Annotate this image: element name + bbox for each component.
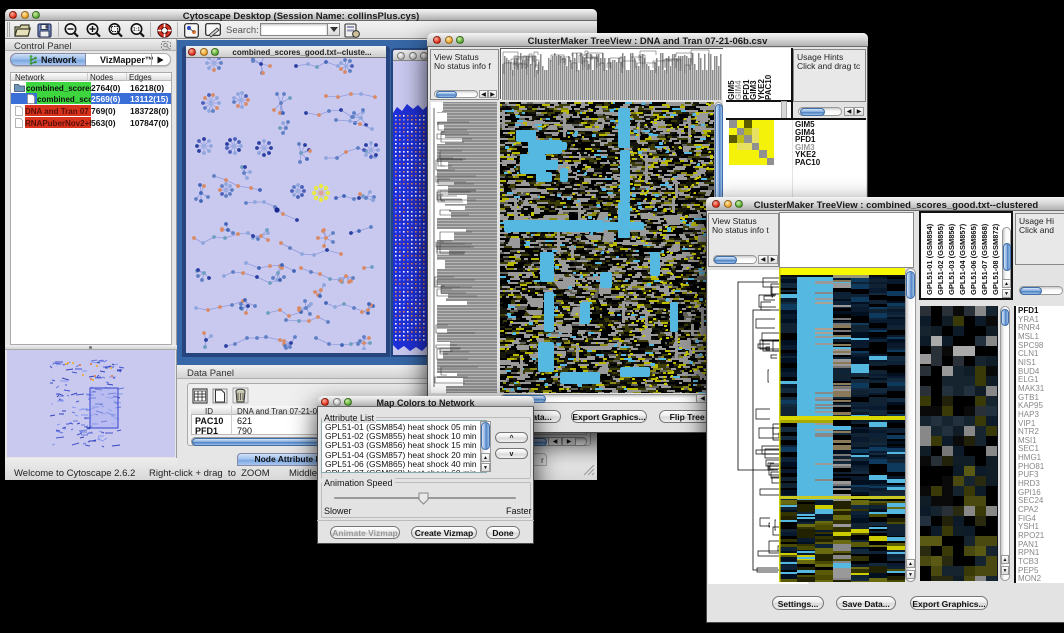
svg-text:1:1: 1:1 — [133, 27, 141, 33]
